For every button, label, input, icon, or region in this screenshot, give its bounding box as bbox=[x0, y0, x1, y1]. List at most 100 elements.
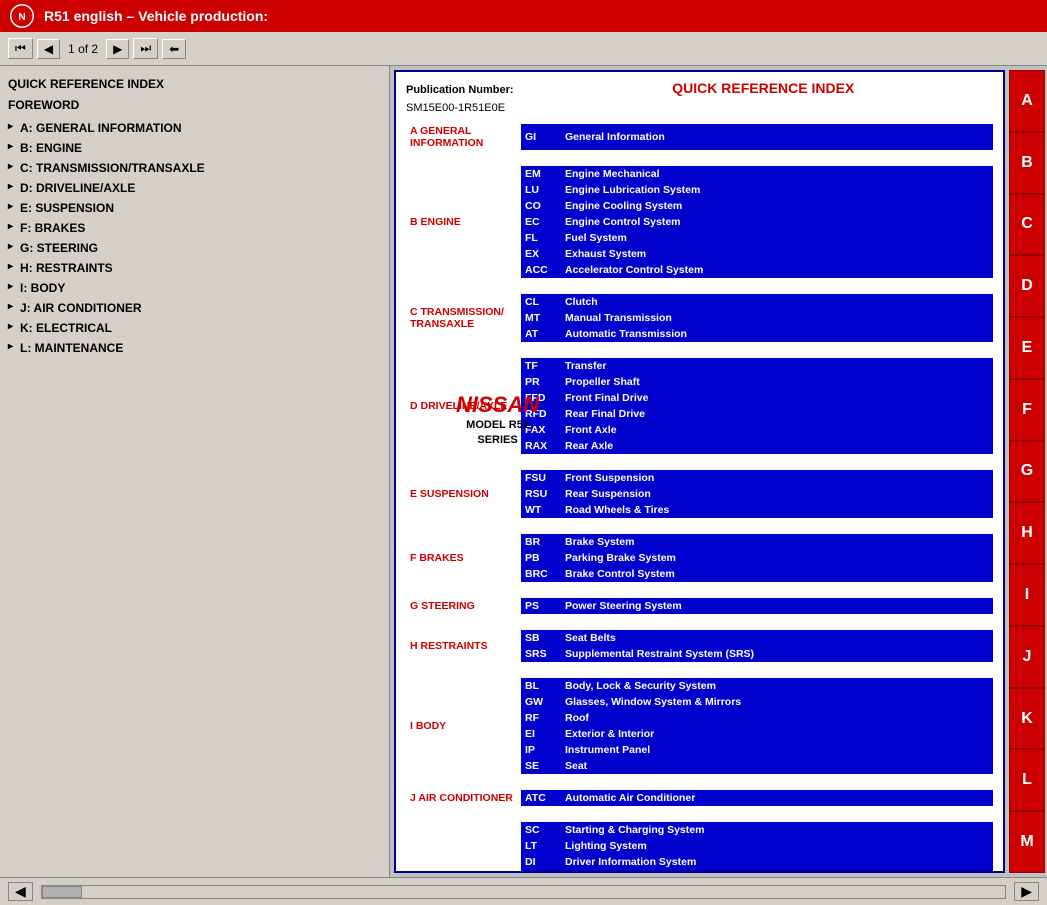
desc-cell[interactable]: Glasses, Window System & Mirrors bbox=[559, 694, 993, 710]
sidebar-item[interactable]: K: ELECTRICAL bbox=[8, 318, 381, 338]
next-page-button[interactable]: ▶ bbox=[106, 39, 129, 59]
table-row[interactable]: K ELECTRICALSCStarting & Charging System bbox=[406, 822, 993, 838]
code-cell[interactable]: ATC bbox=[521, 790, 559, 806]
sidebar-item[interactable]: E: SUSPENSION bbox=[8, 198, 381, 218]
code-cell[interactable]: GI bbox=[521, 124, 559, 150]
table-row[interactable]: B ENGINEEMEngine Mechanical bbox=[406, 166, 993, 182]
code-cell[interactable]: EI bbox=[521, 726, 559, 742]
sidebar-item[interactable]: D: DRIVELINE/AXLE bbox=[8, 178, 381, 198]
code-cell[interactable]: LU bbox=[521, 182, 559, 198]
scrollbar-thumb[interactable] bbox=[42, 886, 82, 898]
desc-cell[interactable]: Rear Final Drive bbox=[559, 406, 993, 422]
desc-cell[interactable]: Front Axle bbox=[559, 422, 993, 438]
desc-cell[interactable]: Power Steering System bbox=[559, 598, 993, 614]
desc-cell[interactable]: Manual Transmission bbox=[559, 310, 993, 326]
desc-cell[interactable]: Lighting System bbox=[559, 838, 993, 854]
table-row[interactable]: A GENERAL INFORMATIONGIGeneral Informati… bbox=[406, 124, 993, 150]
desc-cell[interactable]: Seat bbox=[559, 758, 993, 774]
sidebar-item[interactable]: C: TRANSMISSION/TRANSAXLE bbox=[8, 158, 381, 178]
desc-cell[interactable]: Body, Lock & Security System bbox=[559, 678, 993, 694]
desc-cell[interactable]: Driver Information System bbox=[559, 854, 993, 870]
code-cell[interactable]: LT bbox=[521, 838, 559, 854]
table-row[interactable]: I BODYBLBody, Lock & Security System bbox=[406, 678, 993, 694]
desc-cell[interactable]: Starting & Charging System bbox=[559, 822, 993, 838]
code-cell[interactable]: CO bbox=[521, 198, 559, 214]
desc-cell[interactable]: Wiper, Washer & Horn bbox=[559, 870, 993, 873]
code-cell[interactable]: WW bbox=[521, 870, 559, 873]
table-row[interactable]: J AIR CONDITIONERATCAutomatic Air Condit… bbox=[406, 790, 993, 806]
alpha-item-f[interactable]: F bbox=[1009, 379, 1045, 441]
alpha-item-c[interactable]: C bbox=[1009, 194, 1045, 256]
code-cell[interactable]: EC bbox=[521, 214, 559, 230]
sidebar-item[interactable]: J: AIR CONDITIONER bbox=[8, 298, 381, 318]
code-cell[interactable]: PS bbox=[521, 598, 559, 614]
desc-cell[interactable]: Engine Cooling System bbox=[559, 198, 993, 214]
alpha-item-m[interactable]: M bbox=[1009, 811, 1045, 873]
alpha-item-h[interactable]: H bbox=[1009, 502, 1045, 564]
code-cell[interactable]: IP bbox=[521, 742, 559, 758]
back-button[interactable]: ⬅ bbox=[162, 39, 186, 59]
desc-cell[interactable]: Roof bbox=[559, 710, 993, 726]
alpha-item-a[interactable]: A bbox=[1009, 70, 1045, 132]
desc-cell[interactable]: Engine Control System bbox=[559, 214, 993, 230]
alpha-item-d[interactable]: D bbox=[1009, 255, 1045, 317]
code-cell[interactable]: BRC bbox=[521, 566, 559, 582]
alpha-item-e[interactable]: E bbox=[1009, 317, 1045, 379]
desc-cell[interactable]: Automatic Air Conditioner bbox=[559, 790, 993, 806]
code-cell[interactable]: CL bbox=[521, 294, 559, 310]
desc-cell[interactable]: Supplemental Restraint System (SRS) bbox=[559, 646, 993, 662]
code-cell[interactable]: AT bbox=[521, 326, 559, 342]
code-cell[interactable]: RSU bbox=[521, 486, 559, 502]
code-cell[interactable]: BR bbox=[521, 534, 559, 550]
desc-cell[interactable]: Automatic Transmission bbox=[559, 326, 993, 342]
alpha-item-l[interactable]: L bbox=[1009, 749, 1045, 811]
code-cell[interactable]: EM bbox=[521, 166, 559, 182]
code-cell[interactable]: FL bbox=[521, 230, 559, 246]
desc-cell[interactable]: Seat Belts bbox=[559, 630, 993, 646]
code-cell[interactable]: FSU bbox=[521, 470, 559, 486]
table-row[interactable]: F BRAKESBRBrake System bbox=[406, 534, 993, 550]
table-row[interactable]: G STEERINGPSPower Steering System bbox=[406, 598, 993, 614]
sidebar-item[interactable]: A: GENERAL INFORMATION bbox=[8, 118, 381, 138]
desc-cell[interactable]: Brake System bbox=[559, 534, 993, 550]
table-row[interactable]: C TRANSMISSION/ TRANSAXLECLClutch bbox=[406, 294, 993, 310]
desc-cell[interactable]: Rear Axle bbox=[559, 438, 993, 454]
code-cell[interactable]: PR bbox=[521, 374, 559, 390]
desc-cell[interactable]: Road Wheels & Tires bbox=[559, 502, 993, 518]
code-cell[interactable]: DI bbox=[521, 854, 559, 870]
desc-cell[interactable]: Engine Mechanical bbox=[559, 166, 993, 182]
scroll-right-button[interactable]: ▶ bbox=[1014, 882, 1039, 901]
prev-page-button[interactable]: ◀ bbox=[37, 39, 60, 59]
sidebar-item[interactable]: H: RESTRAINTS bbox=[8, 258, 381, 278]
last-page-button[interactable]: ⏭ bbox=[133, 38, 158, 59]
code-cell[interactable]: MT bbox=[521, 310, 559, 326]
alpha-item-k[interactable]: K bbox=[1009, 688, 1045, 750]
first-page-button[interactable]: ⏮ bbox=[8, 38, 33, 59]
code-cell[interactable]: RF bbox=[521, 710, 559, 726]
sidebar-item[interactable]: L: MAINTENANCE bbox=[8, 338, 381, 358]
code-cell[interactable]: TF bbox=[521, 358, 559, 374]
sidebar-item[interactable]: F: BRAKES bbox=[8, 218, 381, 238]
desc-cell[interactable]: Fuel System bbox=[559, 230, 993, 246]
desc-cell[interactable]: Rear Suspension bbox=[559, 486, 993, 502]
code-cell[interactable]: WT bbox=[521, 502, 559, 518]
desc-cell[interactable]: Engine Lubrication System bbox=[559, 182, 993, 198]
code-cell[interactable]: SB bbox=[521, 630, 559, 646]
code-cell[interactable]: GW bbox=[521, 694, 559, 710]
alpha-item-b[interactable]: B bbox=[1009, 132, 1045, 194]
desc-cell[interactable]: Parking Brake System bbox=[559, 550, 993, 566]
desc-cell[interactable]: Front Final Drive bbox=[559, 390, 993, 406]
desc-cell[interactable]: Brake Control System bbox=[559, 566, 993, 582]
horizontal-scrollbar[interactable] bbox=[41, 885, 1006, 899]
code-cell[interactable]: SC bbox=[521, 822, 559, 838]
desc-cell[interactable]: General Information bbox=[559, 124, 993, 150]
desc-cell[interactable]: Transfer bbox=[559, 358, 993, 374]
table-row[interactable]: H RESTRAINTSSBSeat Belts bbox=[406, 630, 993, 646]
desc-cell[interactable]: Exhaust System bbox=[559, 246, 993, 262]
desc-cell[interactable]: Propeller Shaft bbox=[559, 374, 993, 390]
alpha-item-i[interactable]: I bbox=[1009, 564, 1045, 626]
desc-cell[interactable]: Clutch bbox=[559, 294, 993, 310]
code-cell[interactable]: SRS bbox=[521, 646, 559, 662]
sidebar-item[interactable]: I: BODY bbox=[8, 278, 381, 298]
code-cell[interactable]: EX bbox=[521, 246, 559, 262]
